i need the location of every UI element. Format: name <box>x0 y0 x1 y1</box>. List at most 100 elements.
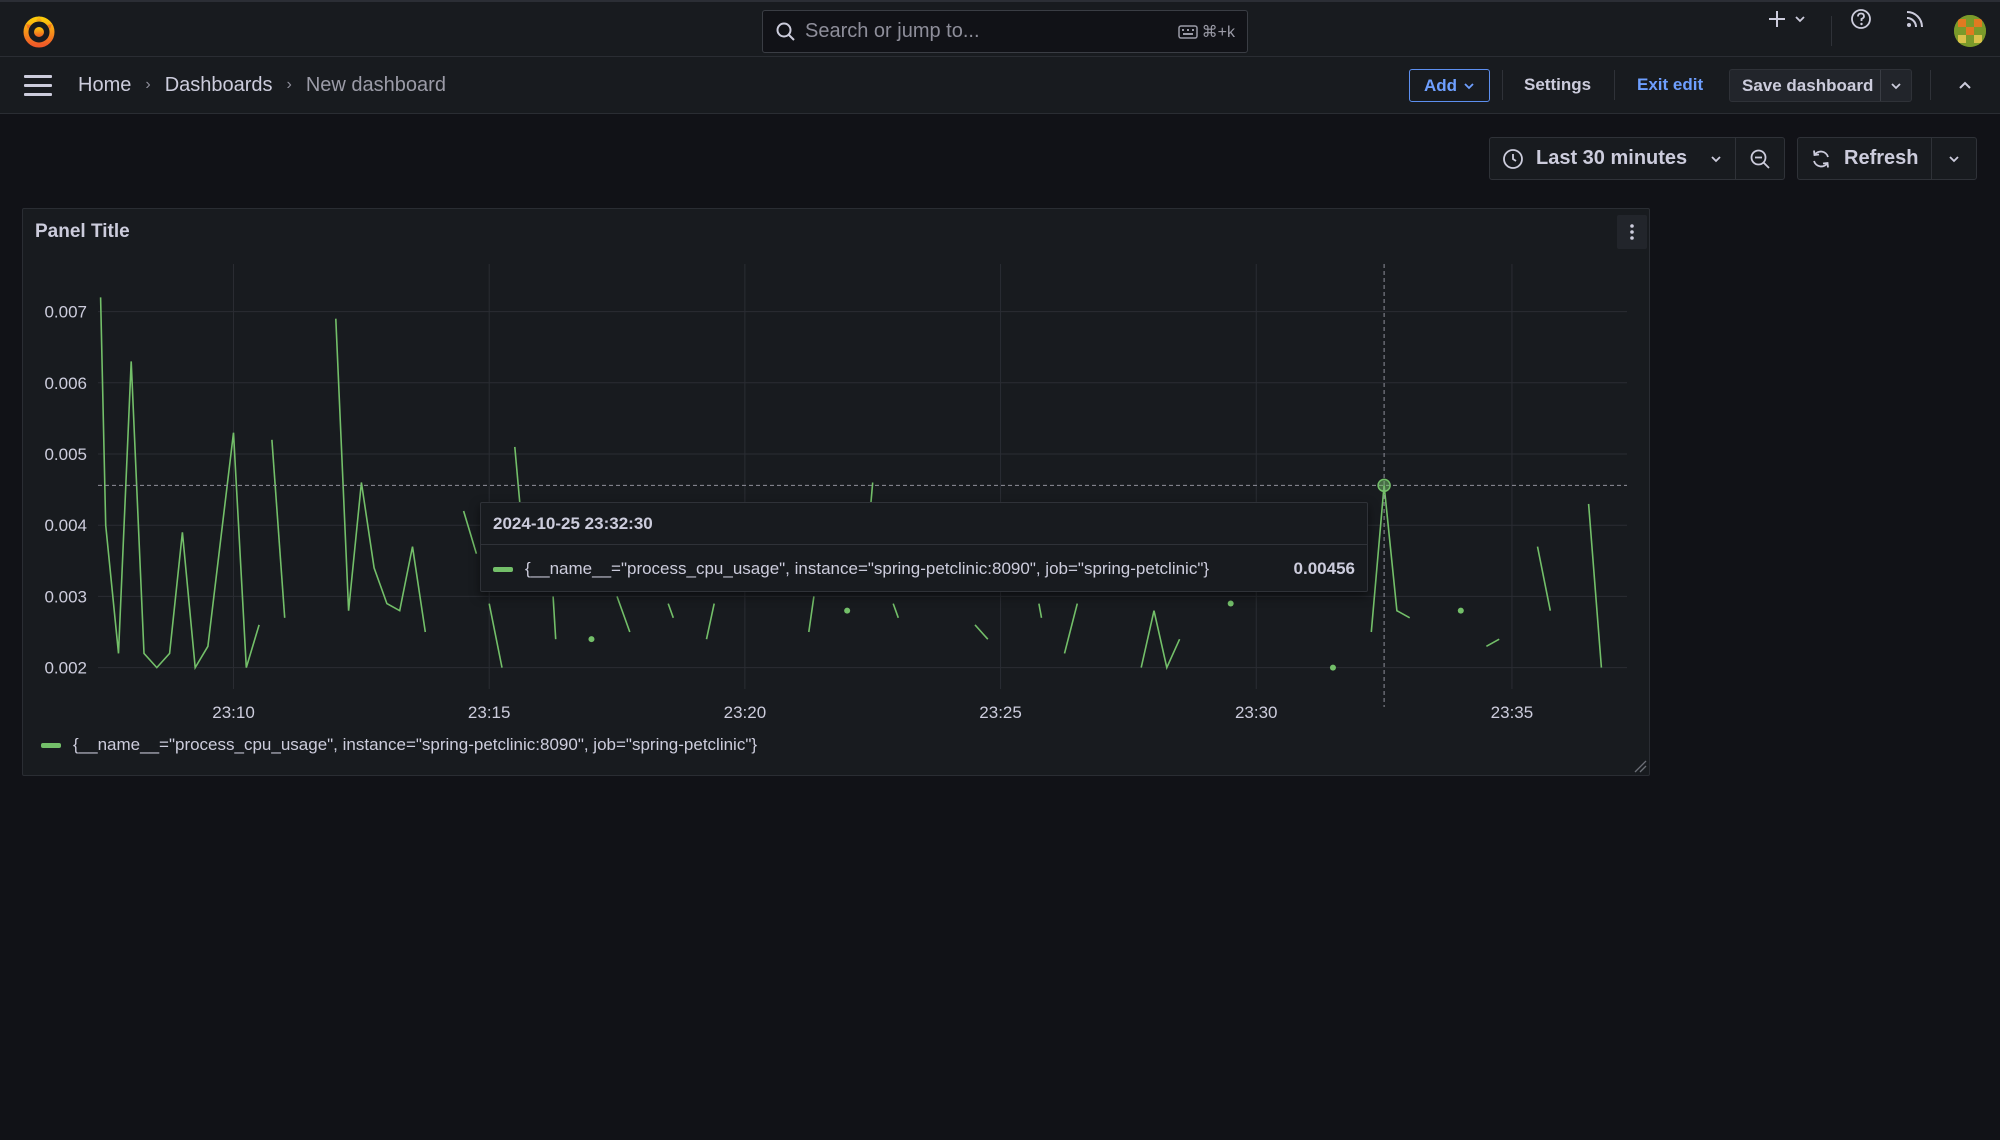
resize-handle-icon[interactable] <box>1633 759 1647 773</box>
series-line <box>808 596 815 633</box>
panel[interactable]: Panel Title 0.002 0.003 0.004 0.005 0.006 0.0… <box>22 208 1650 776</box>
series-line <box>974 624 989 640</box>
divider <box>1614 70 1615 100</box>
chevron-down-icon <box>1464 82 1474 89</box>
hover-point <box>1377 478 1391 493</box>
divider <box>1502 70 1503 100</box>
series-line <box>1370 485 1411 633</box>
series-point <box>588 636 595 643</box>
breadcrumb-separator-icon: › <box>286 76 292 93</box>
refresh-icon <box>1813 149 1829 168</box>
y-tick-label: 0.007 <box>44 303 87 322</box>
tooltip-value: 0.00456 <box>1293 559 1355 578</box>
save-options-button[interactable] <box>1880 70 1911 101</box>
new-menu-button[interactable] <box>1763 2 1811 36</box>
refresh-button[interactable]: Refresh <box>1798 138 1932 179</box>
series-point <box>844 607 851 614</box>
avatar[interactable] <box>1954 15 1986 47</box>
save-dashboard-label: Save dashboard <box>1742 75 1874 95</box>
time-range-picker[interactable]: Last 30 minutes <box>1489 137 1785 180</box>
chevron-down-icon <box>1891 82 1901 89</box>
menu-icon[interactable] <box>24 75 52 97</box>
series-line <box>514 446 521 504</box>
series-line <box>1536 546 1552 611</box>
chevron-up-icon <box>1959 81 1971 89</box>
top-bar: Search or jump to... ⌘+k <box>0 0 2000 57</box>
y-tick-label: 0.004 <box>44 516 87 535</box>
series-point <box>1329 664 1336 671</box>
y-tick-label: 0.006 <box>44 374 87 393</box>
clock-icon <box>1503 148 1523 169</box>
plus-icon <box>1769 11 1785 27</box>
series-line <box>1587 503 1603 668</box>
legend: {__name__="process_cpu_usage", instance=… <box>41 735 757 755</box>
grafana-logo-icon[interactable] <box>22 14 56 48</box>
series-point <box>1227 600 1234 607</box>
y-tick-label: 0.005 <box>44 445 87 464</box>
add-button[interactable]: Add <box>1409 69 1490 102</box>
chart-tooltip: 2024-10-25 23:32:30 {__name__="process_c… <box>480 502 1368 592</box>
search-placeholder: Search or jump to... <box>805 20 980 42</box>
time-series-chart[interactable]: 0.002 0.003 0.004 0.005 0.006 0.007 23:10 23:15… <box>23 209 1649 719</box>
refresh-interval-button[interactable] <box>1932 152 1976 166</box>
settings-button[interactable]: Settings <box>1524 68 1591 102</box>
series-point <box>1457 607 1464 614</box>
add-button-label: Add <box>1423 75 1458 95</box>
legend-item[interactable]: {__name__="process_cpu_usage", instance=… <box>73 735 757 755</box>
avatar-icon <box>1954 15 1986 47</box>
breadcrumb-separator-icon: › <box>145 76 151 93</box>
series-line <box>99 297 260 671</box>
tooltip-swatch <box>493 566 513 572</box>
series-line <box>1063 603 1079 654</box>
series-line <box>462 510 478 554</box>
tooltip-row: {__name__="process_cpu_usage", instance=… <box>481 545 1367 593</box>
search-shortcut: ⌘+k <box>1177 22 1235 42</box>
keyboard-icon <box>1177 24 1198 39</box>
legend-swatch <box>41 742 61 748</box>
zoom-out-button[interactable] <box>1736 148 1784 170</box>
series-line <box>616 596 631 633</box>
chevron-down-icon <box>1795 16 1805 23</box>
series-line <box>1486 638 1500 647</box>
x-tick-label: 23:20 <box>724 703 767 719</box>
refresh-picker[interactable]: Refresh <box>1797 137 1977 180</box>
x-tick-label: 23:35 <box>1491 703 1534 719</box>
zoom-out-icon <box>1750 149 1770 169</box>
time-range-button[interactable]: Last 30 minutes <box>1490 138 1736 179</box>
series-line <box>335 318 427 633</box>
series-line <box>552 596 557 640</box>
save-dashboard-button[interactable]: Save dashboard <box>1729 69 1912 102</box>
help-button[interactable] <box>1846 2 1876 36</box>
y-tick-label: 0.003 <box>44 587 87 606</box>
time-range-label: Last 30 minutes <box>1536 147 1688 169</box>
x-tick-label: 23:10 <box>212 703 255 719</box>
breadcrumb: Home › Dashboards › New dashboard <box>78 57 446 113</box>
refresh-label: Refresh <box>1844 147 1919 169</box>
series-line <box>667 603 675 619</box>
y-tick-label: 0.002 <box>44 659 87 678</box>
search-shortcut-text: ⌘+k <box>1201 23 1235 41</box>
tooltip-series: {__name__="process_cpu_usage", instance=… <box>525 559 1210 578</box>
x-tick-label: 23:15 <box>468 703 511 719</box>
breadcrumb-home[interactable]: Home <box>78 74 131 97</box>
series-line <box>1140 610 1181 671</box>
x-tick-label: 23:30 <box>1235 703 1278 719</box>
divider <box>1831 16 1832 46</box>
divider <box>1930 70 1931 100</box>
series-line <box>1038 603 1043 618</box>
help-icon <box>1851 9 1871 29</box>
news-button[interactable] <box>1900 2 1930 36</box>
series-line <box>705 603 715 640</box>
series-line <box>271 439 286 618</box>
series-line <box>892 603 900 619</box>
breadcrumb-dashboards[interactable]: Dashboards <box>165 74 273 97</box>
chevron-down-icon <box>1949 155 1959 162</box>
collapse-button[interactable] <box>1950 68 1980 102</box>
x-tick-label: 23:25 <box>979 703 1022 719</box>
search-input[interactable]: Search or jump to... ⌘+k <box>762 10 1248 53</box>
tooltip-timestamp: 2024-10-25 23:32:30 <box>481 503 1367 545</box>
search-icon <box>776 22 795 41</box>
rss-icon <box>1906 11 1923 28</box>
breadcrumb-current: New dashboard <box>305 73 446 96</box>
exit-edit-button[interactable]: Exit edit <box>1637 68 1703 102</box>
